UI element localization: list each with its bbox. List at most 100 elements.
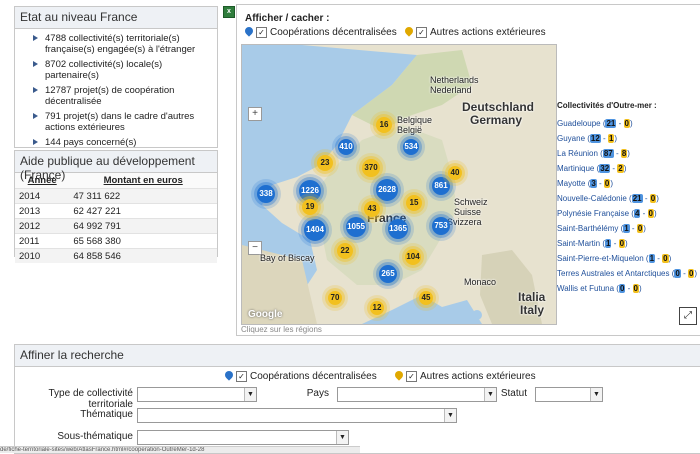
outremer-item[interactable]: Polynésie Française (4 - 0) — [557, 209, 697, 218]
cluster-gold[interactable]: 16 — [376, 117, 392, 133]
outremer-item[interactable]: Wallis et Futuna (0 - 0) — [557, 284, 697, 293]
outremer-count-gold: 0 — [662, 254, 669, 263]
outremer-count-gold: 8 — [620, 149, 628, 158]
cluster-blue[interactable]: 265 — [379, 265, 397, 283]
label-pays: Pays — [306, 388, 329, 399]
cluster-blue[interactable]: 1365 — [388, 219, 408, 239]
outremer-count-blue: 32 — [599, 164, 611, 173]
gold-pin-icon — [395, 371, 403, 382]
outremer-item[interactable]: Terres Australes et Antarctiques (0 - 0) — [557, 269, 697, 278]
aid-table: Année Montant en euros 2014 47 311 622 20… — [15, 173, 217, 263]
checkbox-autres[interactable]: ✓ — [416, 27, 427, 38]
map-label-germany: Germany — [470, 113, 523, 127]
outremer-item[interactable]: Mayotte (3 - 0) — [557, 179, 697, 188]
outremer-item-name[interactable]: La Réunion — [557, 149, 598, 158]
cluster-blue[interactable]: 1055 — [346, 217, 366, 237]
cluster-blue[interactable]: 1404 — [304, 219, 326, 241]
map-label-schweiz: Schweiz — [454, 197, 488, 207]
cluster-gold[interactable]: 15 — [406, 195, 422, 211]
zoom-in-button[interactable]: + — [248, 107, 262, 121]
select-pays[interactable]: ▼ — [337, 387, 497, 402]
chevron-down-icon: ▼ — [590, 388, 602, 401]
outremer-item-name[interactable]: Terres Australes et Antarctiques — [557, 269, 670, 278]
map-label-belgique: Belgique — [397, 115, 433, 125]
france-stats-list: 4788 collectivité(s) territoriale(s) fra… — [15, 29, 217, 148]
refine-checkbox-cooperations[interactable]: ✓ — [236, 371, 247, 382]
stat-item: 4788 collectivité(s) territoriale(s) fra… — [29, 33, 217, 55]
chevron-down-icon: ▼ — [336, 431, 348, 444]
outremer-item-name[interactable]: Guyane — [557, 134, 585, 143]
cluster-gold[interactable]: 43 — [364, 201, 380, 217]
outremer-item[interactable]: Saint-Martin (1 - 0) — [557, 239, 697, 248]
outremer-item-name[interactable]: Martinique — [557, 164, 594, 173]
blue-pin-icon — [245, 27, 253, 38]
cluster-gold[interactable]: 104 — [405, 249, 421, 265]
outremer-item-name[interactable]: Saint-Pierre-et-Miquelon — [557, 254, 644, 263]
select-sous-thematique[interactable]: ▼ — [137, 430, 349, 445]
outremer-item-name[interactable]: Saint-Barthélémy — [557, 224, 618, 233]
outremer-item-name[interactable]: Nouvelle-Calédonie — [557, 194, 627, 203]
refine-checkbox-autres[interactable]: ✓ — [406, 371, 417, 382]
aid-amount: 65 568 380 — [69, 233, 217, 249]
stat-item: 791 projet(s) dans le cadre d'autres act… — [29, 111, 217, 133]
outremer-count-blue: 1 — [648, 254, 656, 263]
table-row: 2012 64 992 791 — [15, 218, 217, 234]
aid-year: 2012 — [15, 218, 70, 234]
cluster-blue[interactable]: 534 — [403, 139, 419, 155]
aid-col-amount: Montant en euros — [69, 173, 217, 189]
cluster-gold[interactable]: 23 — [317, 155, 333, 171]
select-type-collectivite[interactable]: ▼ — [137, 387, 257, 402]
refine-toggle-cooperations[interactable]: ✓ Coopérations décentralisées — [225, 371, 377, 382]
toggle-autres[interactable]: ✓ Autres actions extérieures — [405, 27, 546, 38]
map-label-biscay: Bay of Biscay — [260, 253, 315, 263]
fullscreen-icon[interactable]: ⤢ — [679, 307, 697, 325]
chevron-down-icon: ▼ — [244, 388, 256, 401]
map-view[interactable]: + − Netherlands Nederland Deutschland Ge… — [241, 44, 557, 325]
select-thematique[interactable]: ▼ — [137, 408, 457, 423]
cluster-gold[interactable]: 45 — [419, 291, 433, 305]
cluster-gold[interactable]: 40 — [448, 166, 462, 180]
aid-title: Aide publique au développement (France) — [15, 151, 217, 182]
outremer-item[interactable]: Saint-Barthélémy (1 - 0) — [557, 224, 697, 233]
toggle-cooperations-label: Coopérations décentralisées — [270, 27, 397, 38]
table-row: 2013 62 427 221 — [15, 203, 217, 219]
select-statut[interactable]: ▼ — [535, 387, 603, 402]
toggle-cooperations[interactable]: ✓ Coopérations décentralisées — [245, 27, 397, 38]
outremer-item[interactable]: Saint-Pierre-et-Miquelon (1 - 0) — [557, 254, 697, 263]
cluster-blue[interactable]: 338 — [257, 185, 275, 203]
cluster-gold[interactable]: 19 — [302, 199, 318, 215]
outremer-item-name[interactable]: Wallis et Futuna — [557, 284, 614, 293]
excel-export-icon[interactable]: x — [223, 6, 235, 18]
map-label-netherlands: Netherlands — [430, 75, 479, 85]
cluster-blue[interactable]: 861 — [432, 177, 450, 195]
outremer-item[interactable]: La Réunion (87 - 8) — [557, 149, 697, 158]
outremer-item[interactable]: Nouvelle-Calédonie (21 - 0) — [557, 194, 697, 203]
cluster-gold[interactable]: 22 — [337, 243, 353, 259]
outremer-item[interactable]: Guyane (12 - 1) — [557, 134, 697, 143]
outremer-item-name[interactable]: Guadeloupe — [557, 119, 601, 128]
cluster-blue[interactable]: 410 — [338, 139, 354, 155]
map-label-italia: Italia — [518, 290, 546, 304]
outremer-item[interactable]: Martinique (32 - 2) — [557, 164, 697, 173]
refine-panel: Affiner la recherche ✓ Coopérations déce… — [14, 344, 700, 454]
cluster-gold[interactable]: 370 — [362, 159, 380, 177]
outremer-item-name[interactable]: Polynésie Française — [557, 209, 629, 218]
cluster-gold[interactable]: 12 — [370, 301, 384, 315]
outremer-item-name[interactable]: Saint-Martin — [557, 239, 600, 248]
checkbox-cooperations[interactable]: ✓ — [256, 27, 267, 38]
france-stats-panel: Etat au niveau France 4788 collectivité(… — [14, 6, 218, 148]
cluster-gold[interactable]: 70 — [328, 291, 342, 305]
cluster-blue[interactable]: 2628 — [376, 179, 398, 201]
aid-amount: 62 427 221 — [69, 203, 217, 219]
outremer-item-name[interactable]: Mayotte — [557, 179, 585, 188]
outremer-item[interactable]: Guadeloupe (21 - 0) — [557, 119, 697, 128]
map-terrain — [242, 45, 556, 324]
outremer-count-blue: 87 — [602, 149, 614, 158]
label-statut: Statut — [500, 388, 527, 399]
outremer-count-gold: 0 — [603, 179, 611, 188]
map-label-monaco: Monaco — [464, 277, 497, 287]
cluster-blue[interactable]: 753 — [432, 217, 450, 235]
outremer-list: Collectivités d'Outre-mer : Guadeloupe (… — [557, 101, 697, 299]
refine-toggle-cooperations-label: Coopérations décentralisées — [250, 371, 377, 382]
refine-toggle-autres[interactable]: ✓ Autres actions extérieures — [395, 371, 536, 382]
